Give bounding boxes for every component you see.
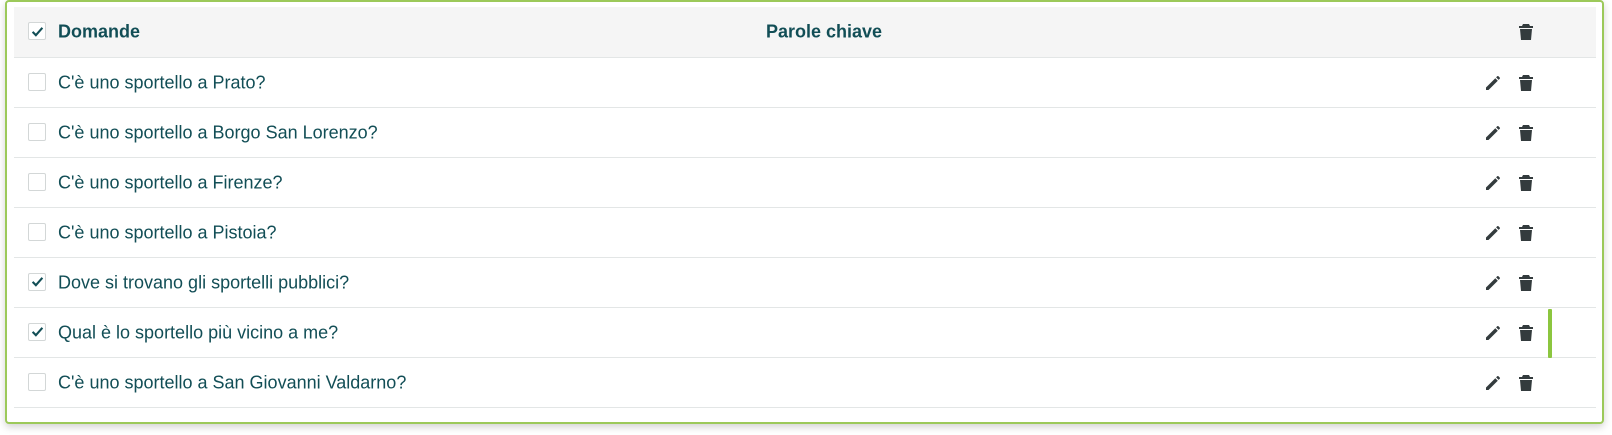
trash-icon: [1519, 124, 1533, 141]
pencil-icon: [1486, 225, 1500, 240]
delete-button[interactable]: [1516, 273, 1536, 293]
row-checkbox[interactable]: [28, 72, 46, 91]
table-row: C'è uno sportello a Prato?: [14, 58, 1596, 108]
row-checkbox[interactable]: [28, 172, 46, 191]
pencil-icon: [1486, 275, 1500, 290]
trash-icon: [1519, 224, 1533, 241]
trash-icon: [1519, 24, 1533, 40]
trash-icon: [1519, 324, 1533, 341]
pencil-icon: [1486, 75, 1500, 90]
column-header-keywords[interactable]: Parole chiave: [766, 22, 882, 43]
question-text: C'è uno sportello a Firenze?: [58, 172, 283, 192]
edit-button[interactable]: [1483, 173, 1503, 193]
table-row: Dove si trovano gli sportelli pubblici?: [14, 258, 1596, 308]
row-checkbox[interactable]: [28, 272, 46, 291]
question-text: C'è uno sportello a Pistoia?: [58, 222, 277, 242]
trash-icon: [1519, 374, 1533, 391]
table-row: Qual è lo sportello più vicino a me?: [14, 308, 1596, 358]
row-checkbox[interactable]: [28, 122, 46, 141]
table-row: C'è uno sportello a San Giovanni Valdarn…: [14, 358, 1596, 408]
delete-button[interactable]: [1516, 223, 1536, 243]
row-checkbox[interactable]: [28, 222, 46, 241]
pencil-icon: [1486, 325, 1500, 340]
table-row: C'è uno sportello a Pistoia?: [14, 208, 1596, 258]
row-checkbox[interactable]: [28, 322, 46, 341]
edit-button[interactable]: [1483, 73, 1503, 93]
table-row: C'è uno sportello a Firenze?: [14, 158, 1596, 208]
pencil-icon: [1486, 125, 1500, 140]
delete-button[interactable]: [1516, 373, 1536, 393]
select-all-checkbox[interactable]: [28, 22, 46, 40]
questions-panel: Domande Parole chiave C'è uno sportello …: [5, 0, 1604, 424]
edit-button[interactable]: [1483, 123, 1503, 143]
checkmark-icon: [31, 327, 43, 337]
checkmark-icon: [31, 277, 43, 287]
checkmark-icon: [31, 26, 43, 37]
row-checkbox[interactable]: [28, 372, 46, 391]
question-text: Qual è lo sportello più vicino a me?: [58, 322, 339, 342]
table-header: Domande Parole chiave: [14, 7, 1596, 58]
column-header-questions[interactable]: Domande: [58, 22, 140, 43]
delete-button[interactable]: [1516, 73, 1536, 93]
edit-button[interactable]: [1483, 223, 1503, 243]
question-text: C'è uno sportello a Borgo San Lorenzo?: [58, 122, 378, 142]
delete-button[interactable]: [1516, 323, 1536, 343]
trash-icon: [1519, 274, 1533, 291]
scrollbar[interactable]: [1548, 309, 1552, 358]
question-text: Dove si trovano gli sportelli pubblici?: [58, 272, 350, 292]
question-text: C'è uno sportello a San Giovanni Valdarn…: [58, 372, 407, 392]
pencil-icon: [1486, 375, 1500, 390]
table-row: C'è uno sportello a Borgo San Lorenzo?: [14, 108, 1596, 158]
delete-selected-button[interactable]: [1516, 22, 1536, 42]
delete-button[interactable]: [1516, 173, 1536, 193]
delete-button[interactable]: [1516, 123, 1536, 143]
edit-button[interactable]: [1483, 373, 1503, 393]
pencil-icon: [1486, 175, 1500, 190]
edit-button[interactable]: [1483, 273, 1503, 293]
edit-button[interactable]: [1483, 323, 1503, 343]
trash-icon: [1519, 74, 1533, 91]
question-text: C'è uno sportello a Prato?: [58, 72, 266, 92]
trash-icon: [1519, 174, 1533, 191]
questions-table: Domande Parole chiave C'è uno sportello …: [14, 7, 1596, 408]
